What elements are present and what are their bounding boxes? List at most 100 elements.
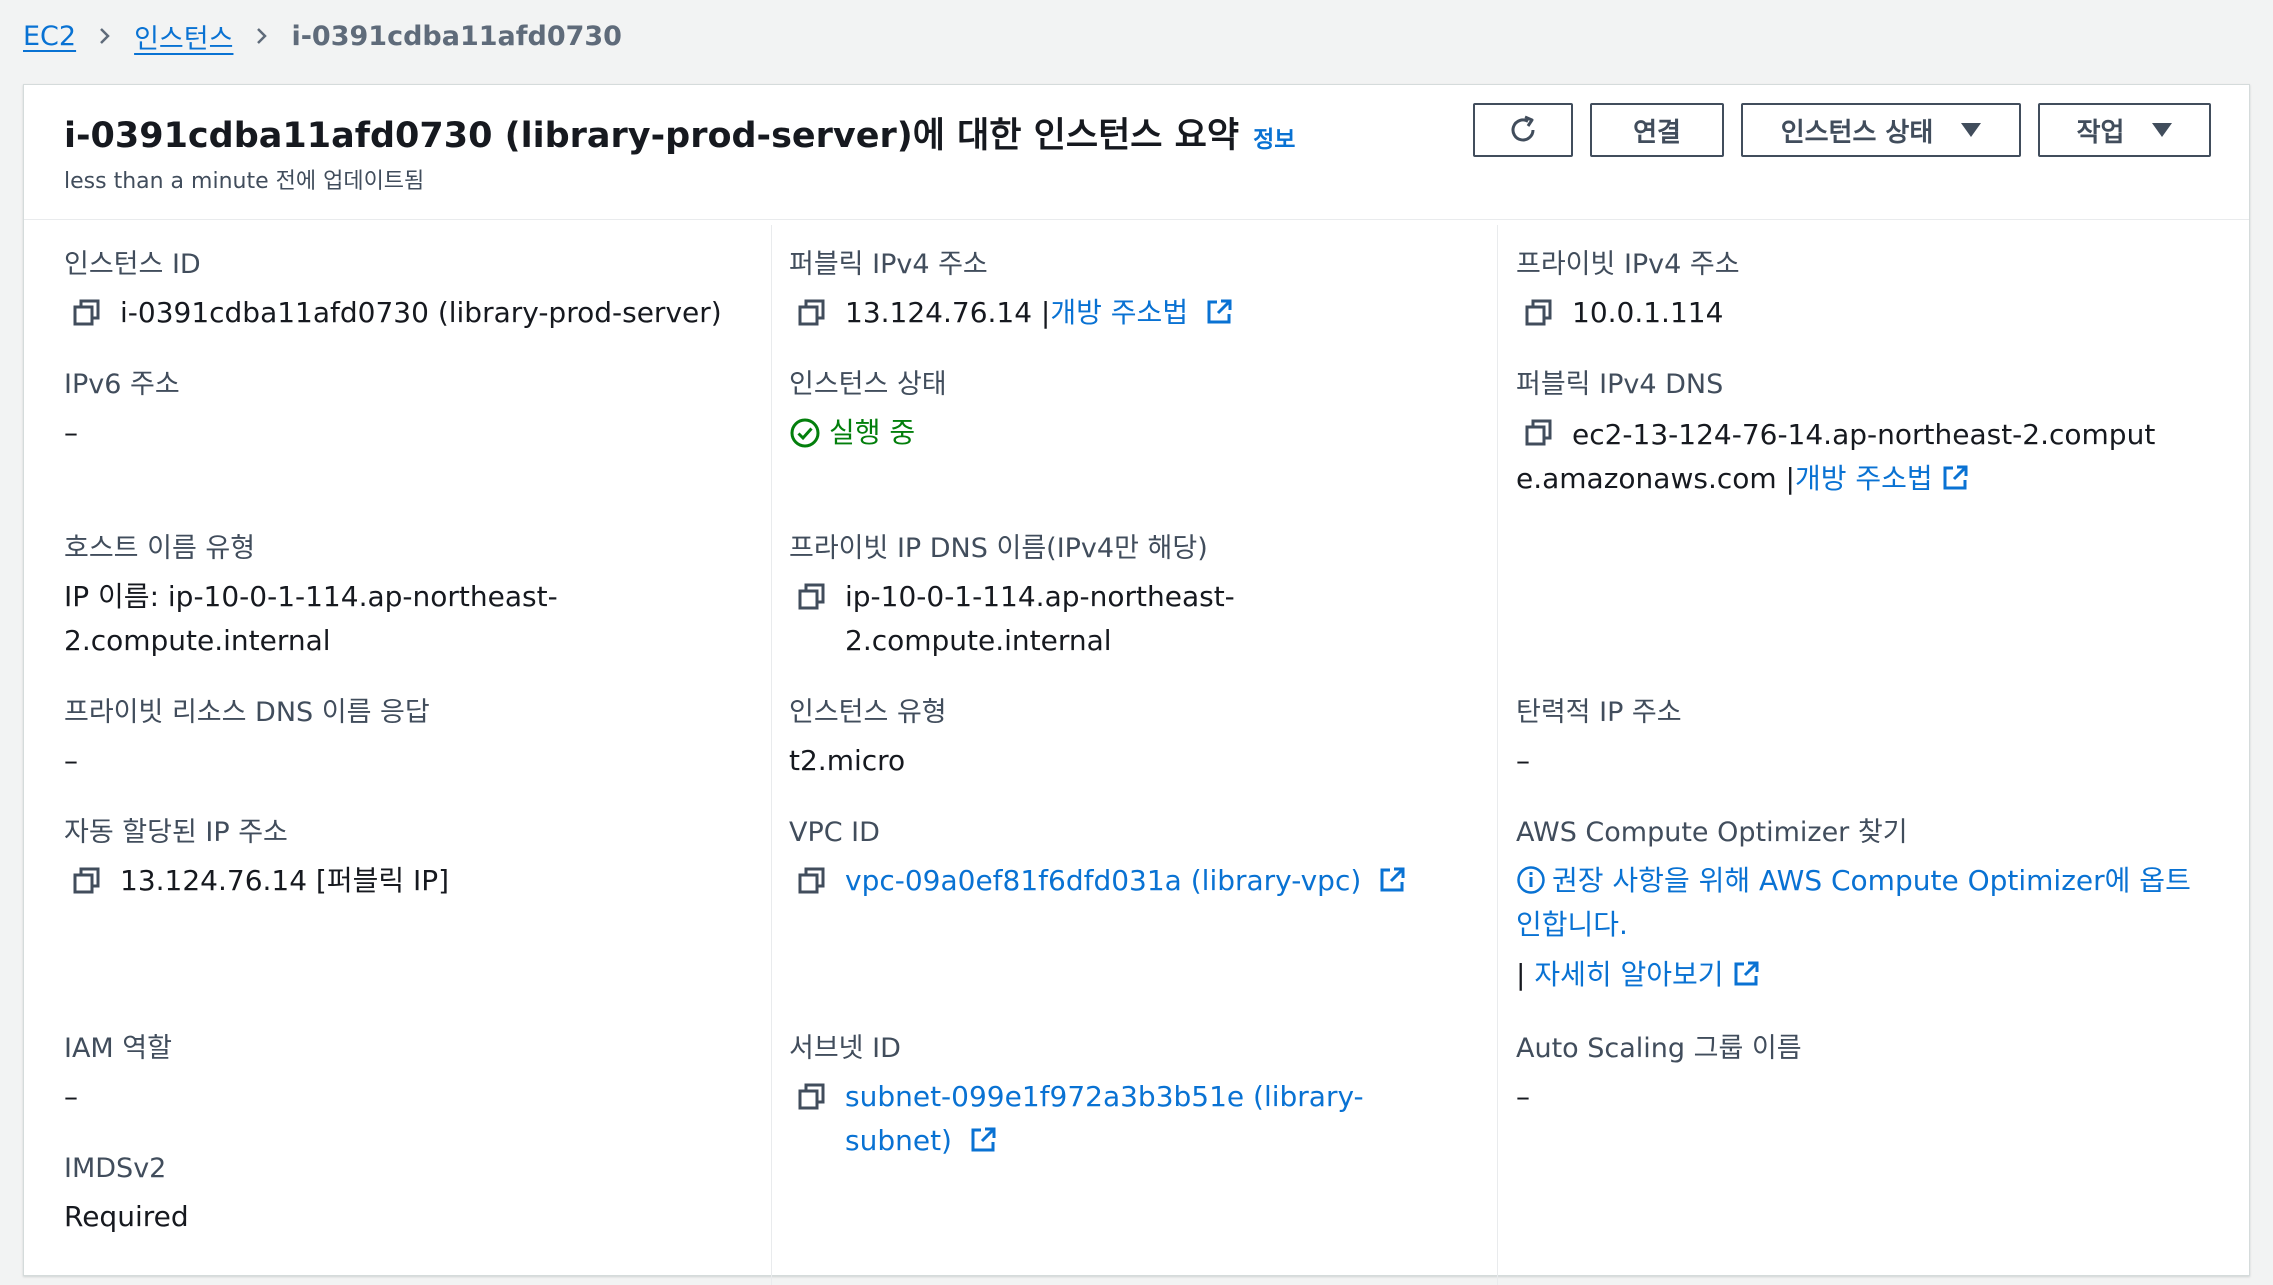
private-ipv4-value: 10.0.1.114 (1572, 296, 1724, 329)
actions-dropdown-label: 작업 (2076, 117, 2125, 148)
separator: | (1516, 958, 1526, 991)
field-label: IPv6 주소 (64, 369, 180, 400)
copy-icon[interactable] (72, 298, 102, 328)
field-subnet-id: 서브넷 ID subnet-099e1f972a3b3b51e (library… (789, 1031, 1469, 1163)
breadcrumb-instances-link[interactable]: 인스턴스 (134, 17, 233, 56)
field-label: 인스턴스 유형 (789, 697, 947, 728)
last-updated-text: less than a minute 전에 업데이트됨 (64, 169, 425, 194)
connect-button-label: 연결 (1633, 117, 1681, 148)
page-title: i-0391cdba11afd0730 (library-prod-server… (64, 107, 1295, 158)
copy-icon[interactable] (72, 866, 102, 896)
compute-optimizer-opt-in-link[interactable]: 권장 사항을 위해 AWS Compute Optimizer에 옵트인합니다. (1516, 864, 2191, 941)
field-label: 프라이빗 IPv4 주소 (1516, 249, 1740, 280)
field-instance-state: 인스턴스 상태 실행 중 (789, 367, 1469, 455)
details-column-3: 프라이빗 IPv4 주소 10.0.1.114 퍼블릭 IPv4 DNS ec2… (1516, 220, 2216, 1280)
field-iam-role: IAM 역할 – (64, 1031, 744, 1119)
breadcrumb-current: i-0391cdba11afd0730 (291, 20, 622, 52)
public-ipv4-open-address-link[interactable]: 개방 주소법 (1050, 296, 1188, 329)
header-actions: 연결 인스턴스 상태 작업 (1473, 103, 2211, 157)
external-link-icon[interactable] (969, 1126, 997, 1154)
copy-icon[interactable] (1524, 298, 1554, 328)
field-value: subnet-099e1f972a3b3b51e (library-subnet… (789, 1075, 1469, 1163)
instance-state-value: 실행 중 (829, 416, 916, 449)
field-label: 자동 할당된 IP 주소 (64, 817, 288, 848)
copy-icon[interactable] (797, 298, 827, 328)
ipv6-value: – (64, 416, 78, 449)
instance-state-dropdown-label: 인스턴스 상태 (1780, 117, 1934, 148)
field-label: 인스턴스 ID (64, 249, 201, 280)
subnet-id-link[interactable]: subnet-099e1f972a3b3b51e (library-subnet… (845, 1080, 1364, 1157)
hostname-type-value: IP 이름: ip-10-0-1-114.ap-northeast-2.comp… (64, 580, 558, 657)
public-ipv4-value: 13.124.76.14 | (845, 296, 1051, 329)
field-elastic-ip: 탄력적 IP 주소 – (1516, 695, 2216, 783)
field-label: 탄력적 IP 주소 (1516, 697, 1682, 728)
field-value: vpc-09a0ef81f6dfd031a (library-vpc) (789, 859, 1469, 903)
field-label: 퍼블릭 IPv4 DNS (1516, 369, 1724, 400)
copy-icon[interactable] (1524, 418, 1554, 448)
field-label: IMDSv2 (64, 1153, 167, 1184)
field-value: ec2-13-124-76-14.ap-northeast-2.compute.… (1516, 411, 2156, 501)
external-link-icon[interactable] (1378, 866, 1406, 894)
external-link-icon[interactable] (1205, 298, 1233, 326)
breadcrumb: EC2 인스턴스 i-0391cdba11afd0730 (23, 14, 622, 58)
chevron-right-icon (253, 27, 271, 45)
instance-type-value: t2.micro (789, 744, 906, 777)
details-column-2: 퍼블릭 IPv4 주소 13.124.76.14 |개방 주소법 인스턴스 상태… (789, 220, 1469, 1280)
chevron-right-icon (96, 27, 114, 45)
refresh-button[interactable] (1473, 103, 1573, 157)
field-asg-name: Auto Scaling 그룹 이름 – (1516, 1031, 2216, 1119)
instance-id-value: i-0391cdba11afd0730 (library-prod-server… (120, 296, 722, 329)
iam-role-value: – (64, 1080, 78, 1113)
field-instance-id: 인스턴스 ID i-0391cdba11afd0730 (library-pro… (64, 247, 744, 335)
field-label: AWS Compute Optimizer 찾기 (1516, 817, 1908, 848)
instance-summary-panel: i-0391cdba11afd0730 (library-prod-server… (23, 84, 2250, 1285)
compute-optimizer-learn-more: | 자세히 알아보기 (1516, 953, 2216, 997)
field-value: 13.124.76.14 |개방 주소법 (789, 291, 1469, 335)
copy-icon[interactable] (797, 866, 827, 896)
resource-dns-value: – (64, 744, 78, 777)
connect-button[interactable]: 연결 (1590, 103, 1724, 157)
caret-down-icon (2152, 123, 2173, 137)
page-title-text: i-0391cdba11afd0730 (library-prod-server… (64, 116, 1240, 156)
panel-header: i-0391cdba11afd0730 (library-prod-server… (24, 85, 2249, 220)
field-label: 인스턴스 상태 (789, 369, 947, 400)
field-label: 서브넷 ID (789, 1033, 901, 1064)
details-column-1: 인스턴스 ID i-0391cdba11afd0730 (library-pro… (64, 220, 744, 1280)
actions-dropdown[interactable]: 작업 (2038, 103, 2211, 157)
copy-icon[interactable] (797, 582, 827, 612)
field-label: IAM 역할 (64, 1033, 172, 1064)
field-label: VPC ID (789, 817, 880, 848)
field-public-dns: 퍼블릭 IPv4 DNS ec2-13-124-76-14.ap-northea… (1516, 367, 2216, 501)
field-vpc-id: VPC ID vpc-09a0ef81f6dfd031a (library-vp… (789, 815, 1469, 903)
learn-more-link[interactable]: 자세히 알아보기 (1534, 958, 1723, 991)
external-link-icon[interactable] (1732, 960, 1760, 988)
column-divider (1497, 225, 1498, 1285)
refresh-icon (1511, 115, 1535, 142)
field-label: 프라이빗 IP DNS 이름(IPv4만 해당) (789, 533, 1208, 564)
vpc-id-link[interactable]: vpc-09a0ef81f6dfd031a (library-vpc) (845, 864, 1361, 897)
caret-down-icon (1961, 123, 1982, 137)
field-auto-ip: 자동 할당된 IP 주소 13.124.76.14 [퍼블릭 IP] (64, 815, 744, 903)
instance-state-dropdown[interactable]: 인스턴스 상태 (1741, 103, 2021, 157)
field-value: 10.0.1.114 (1516, 291, 2216, 335)
auto-ip-value: 13.124.76.14 [퍼블릭 IP] (120, 864, 450, 897)
copy-icon[interactable] (797, 1082, 827, 1112)
column-divider (771, 225, 772, 1285)
field-label: 퍼블릭 IPv4 주소 (789, 249, 988, 280)
field-imdsv2: IMDSv2 Required (64, 1151, 744, 1239)
field-label: 호스트 이름 유형 (64, 533, 256, 564)
field-hostname-type: 호스트 이름 유형 IP 이름: ip-10-0-1-114.ap-northe… (64, 531, 744, 663)
breadcrumb-ec2-link[interactable]: EC2 (23, 21, 76, 52)
info-icon (1517, 866, 1545, 894)
field-public-ipv4: 퍼블릭 IPv4 주소 13.124.76.14 |개방 주소법 (789, 247, 1469, 335)
field-compute-optimizer: AWS Compute Optimizer 찾기 권장 사항을 위해 AWS C… (1516, 815, 2216, 997)
external-link-icon[interactable] (1941, 464, 1969, 492)
info-link[interactable]: 정보 (1253, 127, 1295, 153)
field-label: 프라이빗 리소스 DNS 이름 응답 (64, 697, 430, 728)
imdsv2-value: Required (64, 1200, 189, 1233)
public-dns-open-address-link[interactable]: 개방 주소법 (1795, 462, 1933, 495)
private-dns-value: ip-10-0-1-114.ap-northeast-2.compute.int… (845, 580, 1235, 657)
field-value: i-0391cdba11afd0730 (library-prod-server… (64, 291, 744, 335)
field-value: ip-10-0-1-114.ap-northeast-2.compute.int… (789, 575, 1469, 663)
status-check-icon (790, 418, 820, 448)
